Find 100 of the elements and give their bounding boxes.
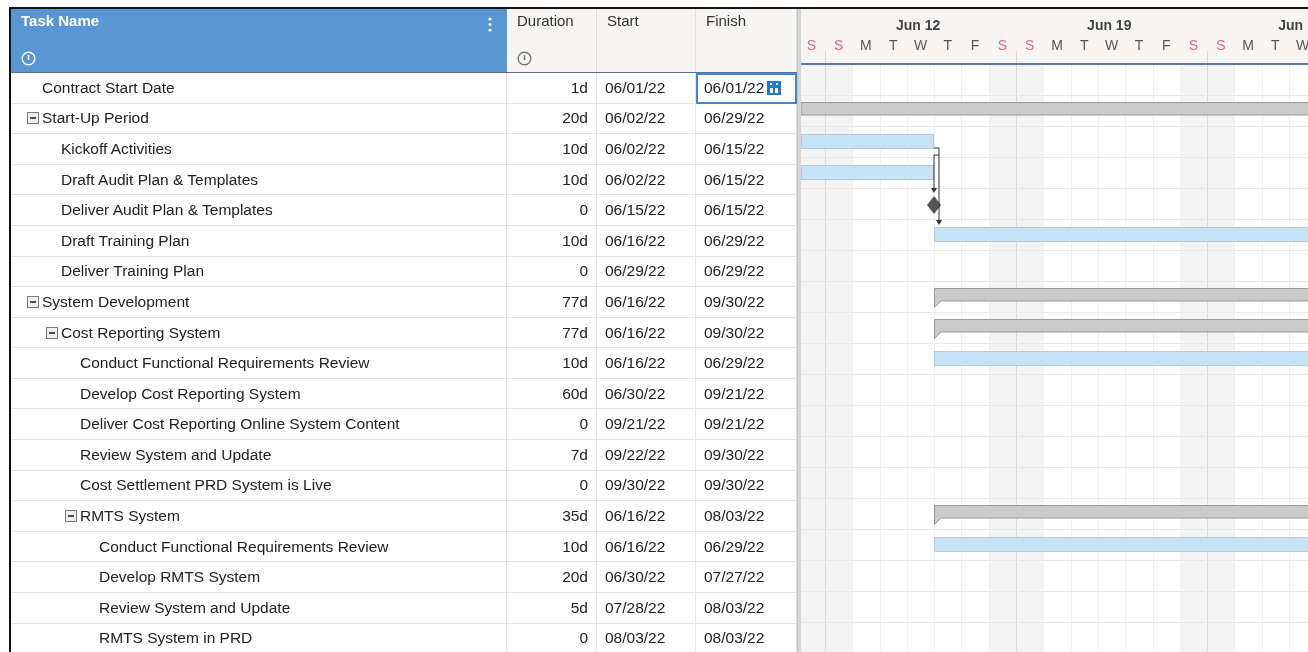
task-name-cell[interactable]: Conduct Functional Requirements Review: [11, 348, 507, 378]
finish-date: 06/15/22: [704, 140, 765, 159]
column-header[interactable]: Start: [597, 9, 696, 73]
finish-date: 09/21/22: [704, 415, 765, 434]
day-letter: S: [833, 37, 844, 55]
day-letter: T: [943, 37, 953, 55]
column-header[interactable]: Duration: [507, 9, 597, 73]
finish-date: 07/27/22: [704, 568, 765, 587]
duration-cell[interactable]: 20d: [507, 562, 597, 592]
day-letter: F: [970, 37, 980, 55]
duration-cell[interactable]: 0: [507, 195, 597, 225]
finish-date: 09/30/22: [704, 445, 765, 464]
milestone-diamond[interactable]: [927, 196, 942, 214]
task-name: Deliver Training Plan: [61, 262, 204, 281]
finish-date: 06/29/22: [704, 537, 765, 556]
duration-cell[interactable]: 60d: [507, 378, 597, 409]
task-name-cell[interactable]: Develop RMTS System: [11, 562, 507, 592]
day-letter: M: [860, 37, 872, 55]
duration-cell[interactable]: 10d: [507, 134, 597, 164]
duration-cell[interactable]: 77d: [507, 317, 597, 348]
day-letter: W: [1105, 37, 1119, 55]
task-name-cell[interactable]: RMTS System: [11, 501, 507, 531]
task-name-cell[interactable]: Draft Training Plan: [11, 226, 507, 256]
task-name: Kickoff Activities: [61, 140, 172, 159]
finish-date: 06/15/22: [704, 170, 765, 189]
collapse-toggle[interactable]: [27, 112, 39, 125]
day-letter: T: [1271, 37, 1280, 55]
finish-date: 06/29/22: [704, 262, 765, 281]
task-name-cell[interactable]: Deliver Cost Reporting Online System Content: [11, 409, 507, 440]
summary-bar[interactable]: [934, 288, 1308, 308]
day-letter: M: [1051, 37, 1063, 55]
summary-bar[interactable]: [934, 505, 1308, 525]
day-letter: F: [1161, 37, 1171, 55]
collapse-toggle[interactable]: [65, 509, 77, 522]
task-name: Cost Reporting System: [61, 323, 221, 342]
day-letter: S: [806, 37, 816, 55]
finish-date: 08/03/22: [704, 506, 765, 525]
task-name: Review System and Update: [80, 445, 272, 464]
duration-cell[interactable]: 0: [507, 623, 597, 652]
task-name-cell[interactable]: System Development: [11, 287, 507, 317]
task-name-cell[interactable]: RMTS System in PRD: [11, 623, 507, 652]
summary-bar[interactable]: [934, 319, 1308, 339]
more-icon[interactable]: [488, 17, 492, 32]
duration-cell[interactable]: 10d: [507, 226, 597, 256]
finish-date-cell[interactable]: 06/01/22: [696, 73, 797, 104]
task-name-cell[interactable]: Deliver Audit Plan & Templates: [11, 195, 507, 225]
task-name: Develop Cost Reporting System: [80, 384, 301, 403]
day-letter: M: [1242, 37, 1254, 55]
finish-date: 09/30/22: [704, 323, 765, 342]
task-name-cell[interactable]: Start-Up Period: [11, 103, 507, 134]
task-name: Cost Settlement PRD System is Live: [80, 476, 332, 495]
day-letter: S: [1025, 37, 1035, 55]
task-name: Review System and Update: [99, 598, 291, 617]
finish-date: 08/03/22: [704, 598, 765, 617]
task-name-cell[interactable]: Review System and Update: [11, 592, 507, 623]
finish-date: 09/21/22: [704, 384, 765, 403]
finish-date: 06/29/22: [704, 231, 765, 250]
calendar-icon[interactable]: [767, 81, 782, 96]
duration-cell[interactable]: 0: [507, 470, 597, 501]
task-name-cell[interactable]: Draft Audit Plan & Templates: [11, 164, 507, 195]
duration-cell[interactable]: 1d: [507, 73, 597, 103]
duration-cell[interactable]: 20d: [507, 103, 597, 134]
task-name-cell[interactable]: Kickoff Activities: [11, 134, 507, 164]
task-name: Deliver Audit Plan & Templates: [61, 201, 273, 220]
duration-cell[interactable]: 7d: [507, 440, 597, 470]
day-letter: S: [997, 37, 1008, 55]
finish-date: 09/30/22: [704, 476, 765, 495]
task-name: RMTS System: [80, 506, 180, 525]
finish-date: 06/01/22: [704, 79, 765, 98]
duration-cell[interactable]: 10d: [507, 164, 597, 195]
collapse-toggle[interactable]: [46, 326, 58, 339]
collapse-toggle[interactable]: [27, 295, 39, 308]
task-name-cell[interactable]: Conduct Functional Requirements Review: [11, 531, 507, 562]
task-name: Contract Start Date: [42, 78, 175, 97]
finish-date: 09/30/22: [704, 292, 765, 311]
duration-cell[interactable]: 77d: [507, 287, 597, 317]
duration-cell[interactable]: 5d: [507, 592, 597, 623]
duration-cell[interactable]: 10d: [507, 531, 597, 562]
task-name: Deliver Cost Reporting Online System Content: [80, 415, 400, 434]
task-name: Conduct Functional Requirements Review: [80, 354, 370, 373]
finish-date: 08/03/22: [704, 629, 765, 648]
task-name: Conduct Functional Requirements Review: [99, 537, 389, 556]
task-name-cell[interactable]: Cost Settlement PRD System is Live: [11, 470, 507, 501]
task-name-cell[interactable]: Review System and Update: [11, 440, 507, 470]
duration-cell[interactable]: 0: [507, 409, 597, 440]
week-label: Jun 12: [896, 17, 941, 33]
day-letter: T: [1080, 37, 1089, 55]
day-letter: W: [913, 37, 928, 55]
task-name-cell[interactable]: Deliver Training Plan: [11, 256, 507, 287]
column-header[interactable]: Finish: [696, 9, 797, 73]
task-name: Draft Training Plan: [61, 231, 190, 250]
task-name-cell[interactable]: Cost Reporting System: [11, 317, 507, 348]
day-letter: S: [1216, 37, 1226, 55]
task-name-cell[interactable]: Contract Start Date: [11, 73, 507, 103]
duration-cell[interactable]: 35d: [507, 501, 597, 531]
duration-cell[interactable]: 10d: [507, 348, 597, 378]
duration-cell[interactable]: 0: [507, 256, 597, 287]
task-name-cell[interactable]: Develop Cost Reporting System: [11, 378, 507, 409]
day-letter: T: [1134, 37, 1144, 55]
summary-bar[interactable]: [801, 102, 1308, 116]
